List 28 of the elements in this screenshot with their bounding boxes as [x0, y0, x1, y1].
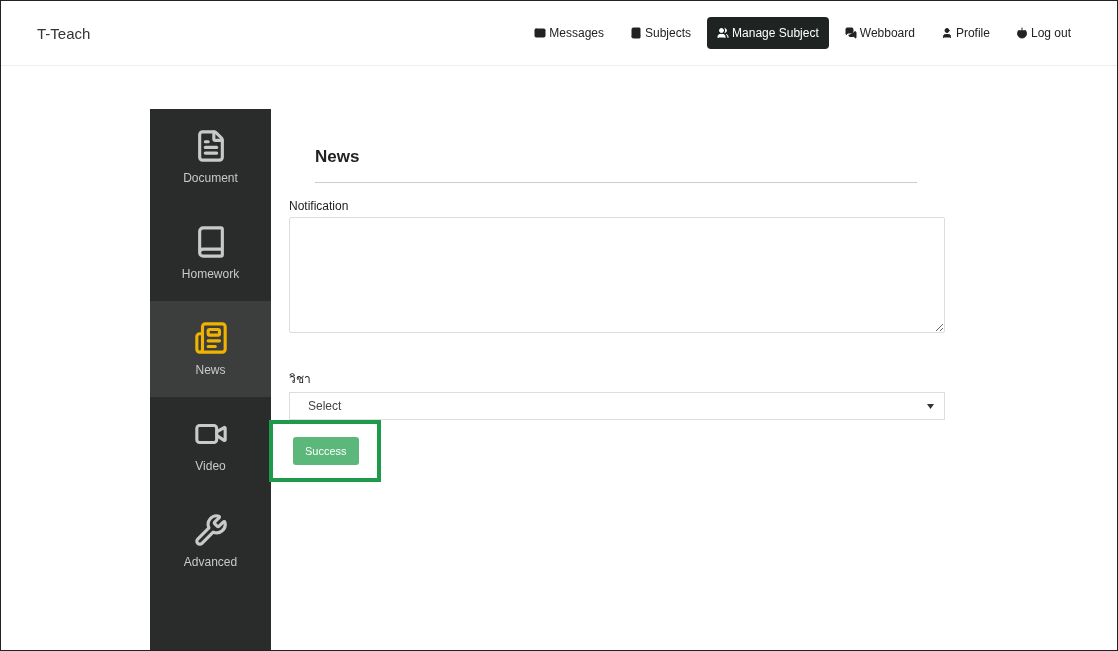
users-icon [717, 27, 730, 39]
brand-name: T-Teach [37, 24, 91, 42]
sidebar-item[interactable]: Video [150, 397, 271, 493]
page-title: News [315, 147, 361, 167]
nav-link[interactable]: Log out [1005, 17, 1081, 49]
caret-icon [927, 403, 934, 409]
nav-link[interactable]: Subjects [620, 17, 702, 49]
nav-link[interactable]: Webboard [834, 17, 925, 49]
person-icon [940, 27, 953, 39]
nav-link[interactable]: Messages [524, 17, 614, 49]
sidebar-label: Document [183, 171, 238, 185]
newspaper-icon [193, 321, 228, 355]
chat-icon [844, 27, 857, 39]
sidebar-label: Advanced [183, 555, 238, 569]
sidebar-item[interactable]: Document [150, 109, 271, 205]
nav-link[interactable]: Profile [930, 17, 1000, 49]
sidebar-label: Homework [181, 267, 240, 281]
sidebar-label: News [195, 363, 226, 377]
sidebar-item[interactable]: Homework [150, 205, 271, 301]
wrench-icon [193, 513, 228, 547]
sidebar-label: Video [195, 459, 226, 473]
subject-select[interactable]: Select [289, 392, 945, 420]
notification-field[interactable] [289, 217, 945, 333]
field-label: วิชา [289, 371, 312, 388]
sidebar-item[interactable]: News [150, 301, 271, 397]
sidebar-item[interactable]: Advanced [150, 493, 271, 589]
nav-link[interactable]: Manage Subject [707, 17, 829, 49]
field-label: Notification [289, 199, 350, 213]
